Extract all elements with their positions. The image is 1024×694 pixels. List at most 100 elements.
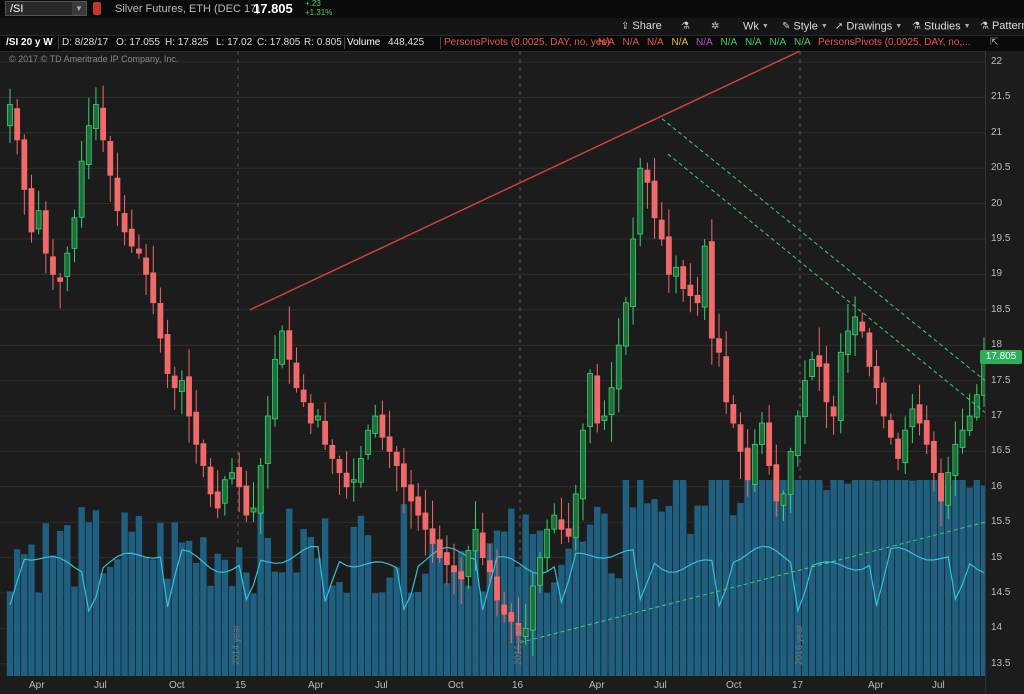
candle-body [623,302,629,347]
candle-body [422,512,429,530]
candle-body [7,104,13,127]
last-price: 17.805 [253,1,293,16]
candle-body [723,356,730,403]
candle-body [350,479,357,483]
ohlc-high: H: 17.825 [165,37,209,48]
candle-body [716,338,722,353]
volume-bar [114,559,121,694]
volume-bar [837,480,844,694]
candle-body [286,330,293,360]
candle-body [773,464,780,502]
price-tick-label: 16.5 [991,445,1011,457]
volume-bar [64,525,71,694]
period-button[interactable]: Wk ▼ [743,19,769,34]
flask-button[interactable]: ⚗ [681,19,693,34]
settings-button[interactable]: ✲ [711,19,722,34]
candle-body [329,444,336,459]
candle-body [923,420,930,445]
time-tick-label: Oct [169,680,185,691]
candle-body [93,104,99,129]
candle-body [551,514,558,530]
patterns-button[interactable]: ⚗ Pattern [980,19,1024,34]
volume-bar [193,562,200,694]
volume-bar [737,502,744,694]
candle-body [794,415,801,457]
price-tick-label: 17 [991,410,1003,421]
ohlc-range: R: 0.805 [304,37,342,48]
candle-body [300,389,307,403]
volume-bar [715,480,723,694]
candle-body [730,404,737,424]
candle-body [708,241,715,339]
flask-icon: ⚗ [681,21,690,32]
candle-body [508,612,515,622]
time-tick-label: Jul [932,680,945,691]
candle-body [50,256,56,275]
candle-body [486,560,493,573]
volume-bar [765,480,773,694]
volume-bar [13,549,21,694]
volume-bar [185,540,193,694]
candle-body [630,238,636,308]
expand-icon[interactable]: ⇱ [990,36,998,50]
studies-button[interactable]: ⚗ Studies ▼ [912,19,971,34]
time-tick-label: Apr [308,680,324,691]
candle-body [909,408,916,428]
candle-body [873,366,880,389]
volume-bar [959,480,966,694]
price-chart[interactable] [0,51,1024,694]
alert-badge-icon[interactable] [93,2,101,15]
price-tick-label: 18.5 [991,303,1011,315]
resistance-trendline[interactable] [249,51,801,311]
candle-body [587,373,594,427]
volume-bar [894,480,902,694]
chevron-down-icon[interactable]: ▼ [72,2,86,15]
candle-body [451,565,457,573]
candle-body [164,334,171,374]
candle-body [28,188,35,233]
candle-body [193,411,200,445]
volume-bar [558,564,565,694]
price-tick-label: 13.5 [991,657,1011,669]
volume-bar [135,515,143,694]
candle-body [315,415,321,421]
candle-body [272,358,278,420]
candle-body [393,451,400,466]
volume-bar [586,524,594,694]
volume-bar [708,480,716,694]
time-axis [0,676,985,694]
candle-body [658,219,665,240]
chevron-down-icon: ▼ [820,23,828,30]
time-tick-label: Oct [448,680,464,691]
candle-body [845,330,851,355]
volume-bar [300,528,307,694]
candle-body [429,528,436,544]
flask-icon: ⚗ [912,21,921,33]
candle-body [136,248,142,254]
candle-body [143,257,149,275]
candle-body [257,465,264,514]
copyright-text: © 2017 © TD Ameritrade IP Company, Inc. [9,54,179,64]
volume-value: 448,425 [388,37,425,48]
share-button[interactable]: ⇪ Share [621,19,662,34]
candle-body [615,344,622,390]
volume-bar [694,505,701,694]
study-persons-pivots-2[interactable]: PersonsPivots (0.0025, DAY, no,... [818,36,971,50]
time-tick-label: Jul [375,680,388,691]
study-value: N/A [696,37,713,48]
candle-body [236,467,243,488]
symbol-text: /SI [10,3,24,15]
symbol-selector[interactable]: /SI ▼ [5,1,87,16]
drawings-button[interactable]: ➚ Drawings ▼ [835,19,902,34]
candle-body [64,252,71,277]
style-button[interactable]: ✎ Style ▼ [782,19,828,34]
volume-bar [28,544,35,694]
volume-bar [816,480,823,694]
chart-title: /SI 20 y W [6,37,53,48]
candle-body [21,139,28,190]
study-persons-pivots-1[interactable]: PersonsPivots (0.0025, DAY, no, yes) [444,36,610,50]
volume-bar [157,522,164,694]
price-tick-label: 19 [991,268,1003,280]
year-label: 2016 year [794,624,804,665]
volume-bar [150,559,157,694]
